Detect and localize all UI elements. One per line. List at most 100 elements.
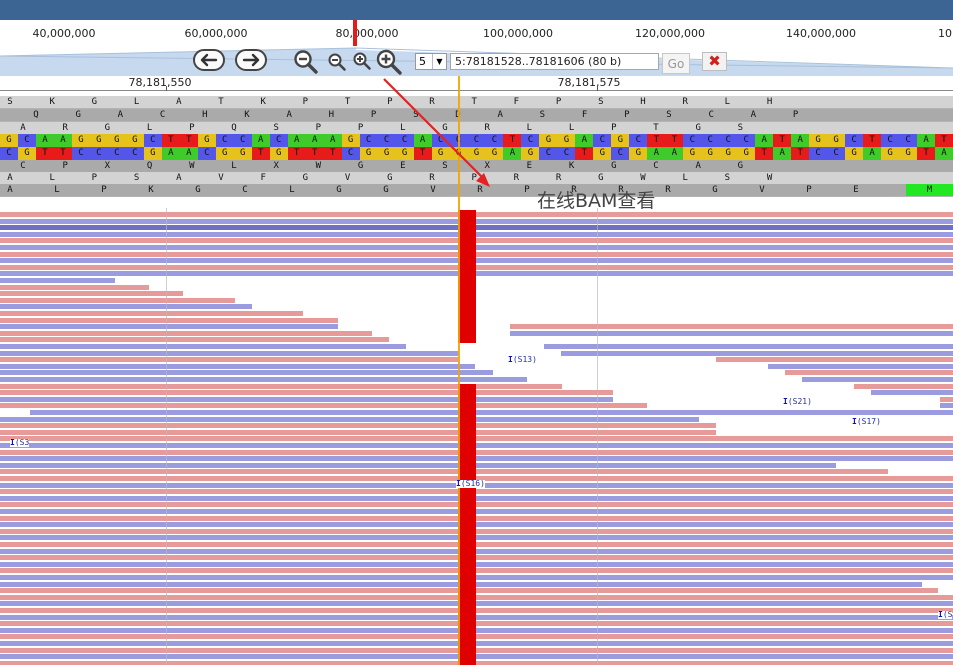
insertion-label-s3[interactable]: I(S3 <box>10 439 30 447</box>
aligned-read[interactable] <box>0 403 647 409</box>
chromosome-position-marker[interactable] <box>353 20 357 46</box>
aligned-read[interactable] <box>0 535 953 541</box>
aligned-read[interactable] <box>510 330 953 336</box>
amino-acid: G <box>357 161 364 171</box>
go-button[interactable]: Go <box>662 53 690 74</box>
aligned-read[interactable] <box>0 528 953 534</box>
aligned-read[interactable] <box>0 555 953 561</box>
aligned-read[interactable] <box>940 403 953 409</box>
aligned-read[interactable] <box>0 264 953 270</box>
aligned-read[interactable] <box>0 561 953 567</box>
scroll-left-button[interactable] <box>193 49 225 71</box>
aligned-read[interactable] <box>0 357 458 363</box>
aligned-read[interactable] <box>0 575 953 580</box>
aligned-read[interactable] <box>854 383 953 389</box>
aligned-read[interactable] <box>0 344 406 349</box>
aligned-read[interactable] <box>0 627 953 633</box>
aligned-read[interactable] <box>0 436 953 442</box>
aligned-read[interactable] <box>0 304 252 310</box>
aligned-read[interactable] <box>544 344 953 349</box>
aligned-read[interactable] <box>0 647 953 653</box>
zoom-in-small-icon[interactable] <box>352 51 372 71</box>
aligned-read[interactable] <box>0 284 149 290</box>
chromosome-ruler[interactable]: 40,000,000 60,000,000 80,000,000 100,000… <box>0 20 953 47</box>
aligned-read[interactable] <box>0 614 953 620</box>
aligned-read[interactable] <box>0 218 953 224</box>
aligned-read[interactable] <box>0 251 953 257</box>
aligned-reads-track[interactable] <box>0 208 953 665</box>
aligned-read[interactable] <box>0 456 953 462</box>
insertion-label-s21[interactable]: I(S21) <box>783 398 812 406</box>
aligned-read[interactable] <box>785 370 953 376</box>
aligned-read[interactable] <box>0 324 338 330</box>
aligned-read[interactable] <box>0 601 953 607</box>
aligned-read[interactable] <box>0 594 953 600</box>
aligned-read[interactable] <box>30 410 953 415</box>
aligned-read[interactable] <box>0 608 953 613</box>
aligned-read[interactable] <box>0 489 953 495</box>
aligned-read[interactable] <box>0 297 235 303</box>
aligned-read[interactable] <box>0 330 372 336</box>
aligned-read[interactable] <box>871 390 953 396</box>
aligned-read[interactable] <box>0 462 836 468</box>
insertion-label-s16[interactable]: I(S16) <box>456 480 485 488</box>
aligned-read[interactable] <box>0 396 613 402</box>
amino-acid: G <box>104 123 111 133</box>
aligned-read[interactable] <box>0 568 953 574</box>
aligned-read[interactable] <box>0 370 493 376</box>
aligned-read[interactable] <box>0 225 953 231</box>
insertion-label-s17[interactable]: I(S17) <box>852 418 881 426</box>
aligned-read[interactable] <box>716 357 953 363</box>
zoom-level-select[interactable]: 5 ▼ <box>415 53 447 70</box>
aligned-read[interactable] <box>510 324 953 330</box>
insertion-label-s13[interactable]: I(S13) <box>508 356 537 364</box>
aligned-read[interactable] <box>0 238 953 244</box>
aligned-read[interactable] <box>0 311 303 316</box>
aligned-read[interactable] <box>561 350 953 356</box>
insertion-label-partial[interactable]: I(S <box>938 611 953 619</box>
zoom-out-large-icon[interactable] <box>293 49 319 75</box>
aligned-read[interactable] <box>0 383 562 389</box>
aligned-read[interactable] <box>0 337 389 343</box>
aligned-read[interactable] <box>0 363 475 369</box>
aligned-read[interactable] <box>0 212 953 217</box>
aligned-read[interactable] <box>0 542 953 547</box>
aligned-read[interactable] <box>0 429 716 435</box>
aligned-read[interactable] <box>0 350 458 356</box>
nucleotide: T <box>863 134 882 147</box>
aligned-read[interactable] <box>0 495 953 501</box>
aligned-read[interactable] <box>0 278 115 283</box>
zoom-out-small-icon[interactable] <box>327 52 347 72</box>
aligned-read[interactable] <box>0 231 953 237</box>
aligned-read[interactable] <box>0 449 953 455</box>
aligned-read[interactable] <box>0 416 699 422</box>
aligned-read[interactable] <box>0 522 953 528</box>
locus-input[interactable] <box>450 53 659 70</box>
aligned-read[interactable] <box>0 291 183 297</box>
aligned-read[interactable] <box>0 271 953 277</box>
aligned-read[interactable] <box>0 515 953 521</box>
aligned-read[interactable] <box>0 443 953 448</box>
aligned-read[interactable] <box>0 390 613 396</box>
aligned-read[interactable] <box>0 654 953 660</box>
aligned-read[interactable] <box>0 634 953 640</box>
zoom-in-large-icon[interactable] <box>375 48 403 76</box>
aligned-read[interactable] <box>0 423 716 429</box>
aligned-read[interactable] <box>0 548 953 554</box>
aligned-read[interactable] <box>0 509 953 514</box>
nucleotide: C <box>233 134 252 147</box>
aligned-read[interactable] <box>0 502 953 508</box>
aligned-read[interactable] <box>0 621 953 627</box>
aligned-read[interactable] <box>768 363 953 369</box>
aligned-read[interactable] <box>0 660 953 665</box>
aligned-read[interactable] <box>802 377 953 382</box>
aligned-read[interactable] <box>0 469 888 475</box>
aligned-read[interactable] <box>0 317 338 323</box>
aligned-read[interactable] <box>0 258 953 264</box>
aligned-read[interactable] <box>0 377 527 382</box>
close-icon[interactable]: ✖ <box>702 52 727 71</box>
aligned-read[interactable] <box>940 396 953 402</box>
aligned-read[interactable] <box>0 641 953 646</box>
aligned-read[interactable] <box>0 245 953 250</box>
scroll-right-button[interactable] <box>235 49 267 71</box>
